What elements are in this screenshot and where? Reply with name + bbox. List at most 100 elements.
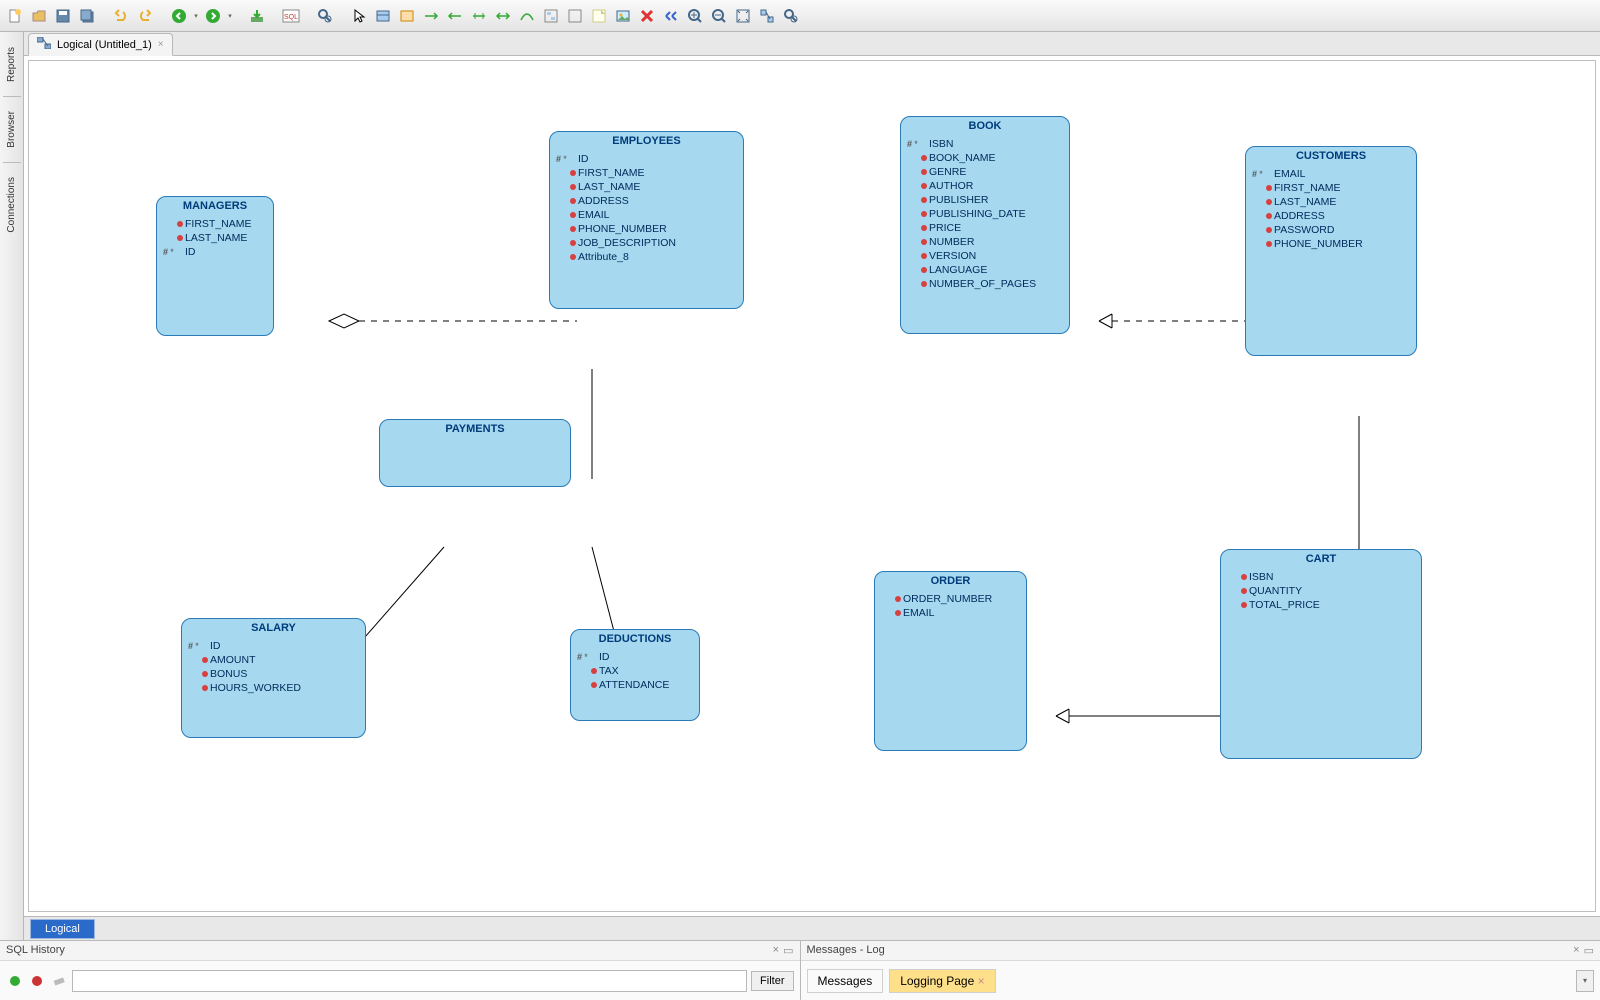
zoom-out-icon[interactable]: [708, 5, 730, 27]
sql-icon[interactable]: SQL: [280, 5, 302, 27]
new-entity-icon[interactable]: [372, 5, 394, 27]
redo-icon[interactable]: [134, 5, 156, 27]
attribute-row[interactable]: LAST_NAME: [163, 231, 267, 245]
pin-red-icon[interactable]: [28, 972, 46, 990]
attribute-row[interactable]: FIRST_NAME: [163, 217, 267, 231]
attribute-row[interactable]: TAX: [577, 664, 693, 678]
pointer-icon[interactable]: [348, 5, 370, 27]
save-all-icon[interactable]: [76, 5, 98, 27]
new-icon[interactable]: [4, 5, 26, 27]
filter-button[interactable]: Filter: [751, 971, 793, 991]
nav-fwd-icon[interactable]: [202, 5, 224, 27]
attribute-row[interactable]: #*ID: [188, 639, 359, 653]
attribute-row[interactable]: HOURS_WORKED: [188, 681, 359, 695]
delete-icon[interactable]: [636, 5, 658, 27]
attribute-row[interactable]: ADDRESS: [1252, 209, 1410, 223]
attribute-row[interactable]: Attribute_8: [556, 250, 737, 264]
auto-layout-icon[interactable]: [756, 5, 778, 27]
sidebar-tab-connections[interactable]: Connections: [4, 168, 19, 242]
entity-order[interactable]: ORDERORDER_NUMBEREMAIL: [874, 571, 1027, 751]
view-tab-logical[interactable]: Logical: [30, 919, 95, 939]
attribute-row[interactable]: #*ID: [556, 152, 737, 166]
image-icon[interactable]: [612, 5, 634, 27]
close-icon[interactable]: ×: [158, 39, 164, 50]
attribute-row[interactable]: #*EMAIL: [1252, 167, 1410, 181]
tab-messages[interactable]: Messages: [807, 969, 884, 993]
nav-back-icon[interactable]: [168, 5, 190, 27]
filter-input[interactable]: [72, 970, 747, 992]
attribute-row[interactable]: NUMBER_OF_PAGES: [907, 277, 1063, 291]
attribute-row[interactable]: JOB_DESCRIPTION: [556, 236, 737, 250]
open-icon[interactable]: [28, 5, 50, 27]
eraser-icon[interactable]: [50, 972, 68, 990]
attribute-row[interactable]: PRICE: [907, 221, 1063, 235]
rel-11-icon[interactable]: [468, 5, 490, 27]
attribute-row[interactable]: FIRST_NAME: [1252, 181, 1410, 195]
doc-tab-logical[interactable]: Logical (Untitled_1) ×: [28, 33, 173, 56]
entity-payments[interactable]: PAYMENTS: [379, 419, 571, 487]
attribute-row[interactable]: ATTENDANCE: [577, 678, 693, 692]
save-icon[interactable]: [52, 5, 74, 27]
attribute-row[interactable]: LANGUAGE: [907, 263, 1063, 277]
fit-icon[interactable]: [732, 5, 754, 27]
nav-fwd-dropdown-icon[interactable]: ▾: [226, 5, 234, 27]
diagram-canvas[interactable]: MANAGERSFIRST_NAMELAST_NAME#*ID EMPLOYEES…: [28, 60, 1596, 912]
synch-icon[interactable]: [660, 5, 682, 27]
entity-salary[interactable]: SALARY#*IDAMOUNTBONUSHOURS_WORKED: [181, 618, 366, 738]
attribute-row[interactable]: PUBLISHER: [907, 193, 1063, 207]
rel-arc-icon[interactable]: [516, 5, 538, 27]
attribute-row[interactable]: PHONE_NUMBER: [1252, 237, 1410, 251]
entity-employees[interactable]: EMPLOYEES#*IDFIRST_NAMELAST_NAMEADDRESSE…: [549, 131, 744, 309]
commit-icon[interactable]: [246, 5, 268, 27]
attribute-row[interactable]: GENRE: [907, 165, 1063, 179]
find-diag-icon[interactable]: [780, 5, 802, 27]
sidebar-tab-reports[interactable]: Reports: [4, 38, 19, 91]
entity-managers[interactable]: MANAGERSFIRST_NAMELAST_NAME#*ID: [156, 196, 274, 336]
attribute-row[interactable]: #*ID: [163, 245, 267, 259]
attribute-row[interactable]: PHONE_NUMBER: [556, 222, 737, 236]
attribute-row[interactable]: ADDRESS: [556, 194, 737, 208]
attribute-row[interactable]: EMAIL: [556, 208, 737, 222]
entity-deductions[interactable]: DEDUCTIONS#*IDTAXATTENDANCE: [570, 629, 700, 721]
attribute-row[interactable]: QUANTITY: [1227, 584, 1415, 598]
attribute-row[interactable]: VERSION: [907, 249, 1063, 263]
rel-1n-icon[interactable]: [420, 5, 442, 27]
attribute-row[interactable]: LAST_NAME: [556, 180, 737, 194]
attribute-row[interactable]: BOOK_NAME: [907, 151, 1063, 165]
attribute-row[interactable]: LAST_NAME: [1252, 195, 1410, 209]
attribute-row[interactable]: AUTHOR: [907, 179, 1063, 193]
close-icon[interactable]: ×: [1573, 944, 1579, 957]
new-view-icon[interactable]: [396, 5, 418, 27]
attribute-row[interactable]: #*ID: [577, 650, 693, 664]
attribute-row[interactable]: NUMBER: [907, 235, 1063, 249]
rel-n1-icon[interactable]: [444, 5, 466, 27]
close-icon[interactable]: ×: [773, 944, 779, 957]
minimize-icon[interactable]: ▭: [1584, 944, 1594, 957]
pin-green-icon[interactable]: [6, 972, 24, 990]
entity-customers[interactable]: CUSTOMERS#*EMAILFIRST_NAMELAST_NAMEADDRE…: [1245, 146, 1417, 356]
rel-nn-icon[interactable]: [492, 5, 514, 27]
attribute-row[interactable]: FIRST_NAME: [556, 166, 737, 180]
attribute-row[interactable]: ISBN: [1227, 570, 1415, 584]
attribute-row[interactable]: BONUS: [188, 667, 359, 681]
attribute-row[interactable]: EMAIL: [881, 606, 1020, 620]
attribute-row[interactable]: TOTAL_PRICE: [1227, 598, 1415, 612]
nav-back-dropdown-icon[interactable]: ▾: [192, 5, 200, 27]
attribute-row[interactable]: AMOUNT: [188, 653, 359, 667]
attribute-row[interactable]: PASSWORD: [1252, 223, 1410, 237]
note-icon[interactable]: [564, 5, 586, 27]
minimize-icon[interactable]: ▭: [783, 944, 793, 957]
recycle-dropdown-icon[interactable]: ▾: [1576, 970, 1594, 992]
attribute-row[interactable]: PUBLISHING_DATE: [907, 207, 1063, 221]
entity-book[interactable]: BOOK#*ISBNBOOK_NAMEGENREAUTHORPUBLISHERP…: [900, 116, 1070, 334]
find-icon[interactable]: [314, 5, 336, 27]
tab-logging-page[interactable]: Logging Page ×: [889, 969, 995, 993]
entity-cart[interactable]: CARTISBNQUANTITYTOTAL_PRICE: [1220, 549, 1422, 759]
attribute-row[interactable]: ORDER_NUMBER: [881, 592, 1020, 606]
zoom-in-icon[interactable]: [684, 5, 706, 27]
sidebar-tab-browser[interactable]: Browser: [4, 102, 19, 157]
attribute-row[interactable]: #*ISBN: [907, 137, 1063, 151]
undo-icon[interactable]: [110, 5, 132, 27]
note2-icon[interactable]: [588, 5, 610, 27]
sub-view-icon[interactable]: [540, 5, 562, 27]
